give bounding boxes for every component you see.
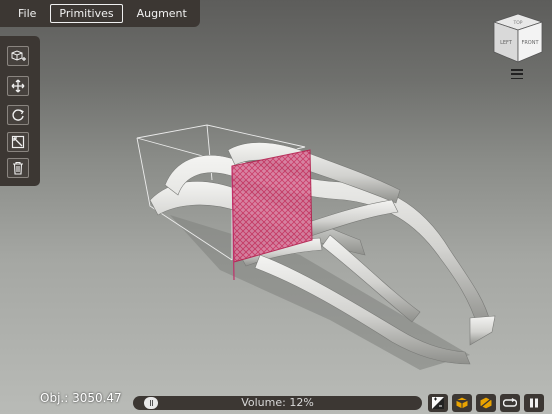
pause-icon [530, 398, 538, 408]
cube-wire-button[interactable] [452, 394, 472, 412]
volume-slider-thumb[interactable] [144, 397, 158, 409]
menu-bar: File Primitives Augment [0, 0, 200, 27]
objective-value: Obj.: 3050.47 [40, 391, 122, 405]
loop-icon [503, 398, 517, 407]
delete-icon [13, 161, 23, 175]
cube-cut-button[interactable] [476, 394, 496, 412]
view-cube-top[interactable]: TOP [512, 20, 522, 26]
menu-augment[interactable]: Augment [129, 5, 195, 22]
view-cube-front[interactable]: FRONT [521, 40, 539, 46]
rotate-icon [12, 109, 24, 121]
cube-cut-icon [479, 396, 493, 410]
tool-palette [0, 36, 40, 186]
scale-icon [11, 135, 25, 149]
scale-button[interactable] [7, 132, 29, 152]
loop-button[interactable] [500, 394, 520, 412]
move-button[interactable] [7, 76, 29, 96]
view-cube[interactable]: TOP LEFT FRONT [488, 8, 548, 68]
gradient-toggle-icon [432, 397, 444, 409]
menu-file[interactable]: File [10, 5, 44, 22]
gradient-toggle-button[interactable] [428, 394, 448, 412]
add-primitive-icon [11, 50, 26, 61]
viewport-3d[interactable] [0, 0, 552, 414]
delete-button[interactable] [7, 158, 29, 178]
pause-button[interactable] [524, 394, 544, 412]
topology-model [149, 142, 496, 365]
menu-hamburger-icon[interactable] [511, 69, 523, 79]
move-icon [11, 79, 25, 93]
volume-label: Volume: 12% [241, 396, 314, 409]
add-primitive-button[interactable] [7, 46, 29, 66]
cube-wire-icon [455, 396, 469, 410]
menu-primitives[interactable]: Primitives [50, 4, 123, 23]
rotate-button[interactable] [7, 105, 29, 125]
view-cube-left[interactable]: LEFT [500, 40, 513, 46]
